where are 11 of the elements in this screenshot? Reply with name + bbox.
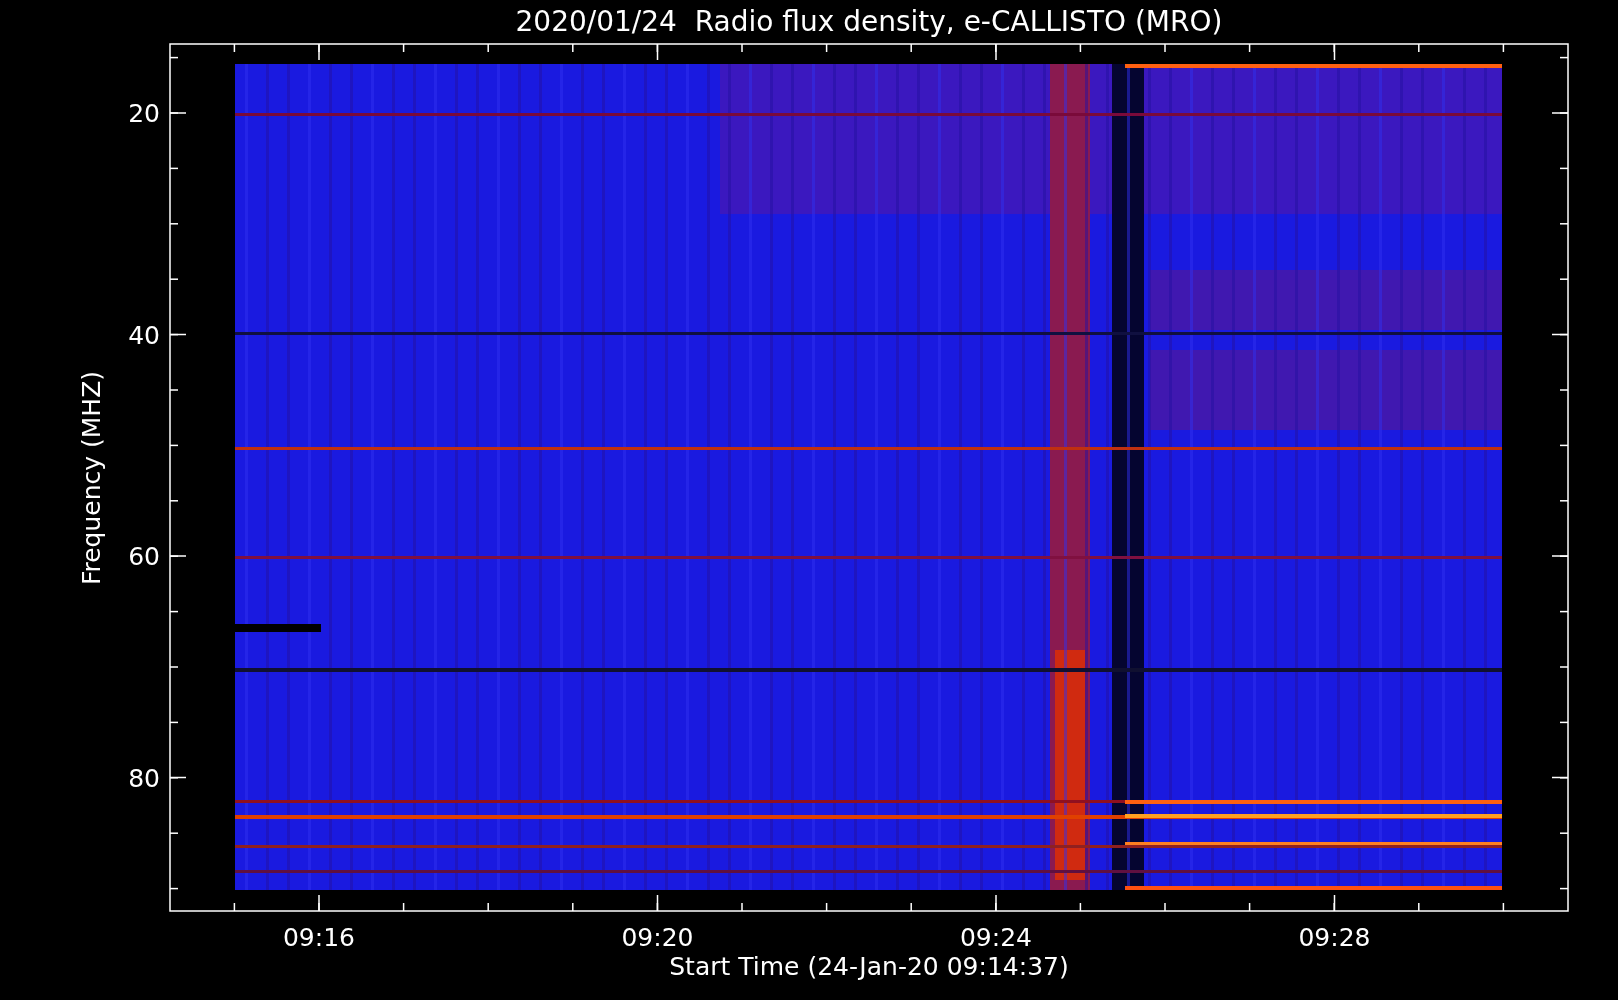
y-tick-label: 20 — [128, 99, 160, 128]
chart-title: 2020/01/24 Radio flux density, e-CALLISTO (MRO) — [515, 5, 1223, 38]
y-tick-label: 60 — [128, 542, 160, 571]
y-tick-label: 40 — [128, 320, 160, 350]
x-axis-label: Start Time (24-Jan-20 09:14:37) — [669, 952, 1069, 981]
x-tick-label: 09:24 — [960, 923, 1032, 952]
x-tick-label: 09:28 — [1298, 923, 1371, 952]
x-tick-label: 09:20 — [621, 923, 694, 952]
x-tick-label: 09:16 — [283, 923, 355, 952]
y-tick-label: 80 — [128, 763, 160, 793]
y-axis-label: Frequency (MHZ) — [77, 370, 106, 586]
